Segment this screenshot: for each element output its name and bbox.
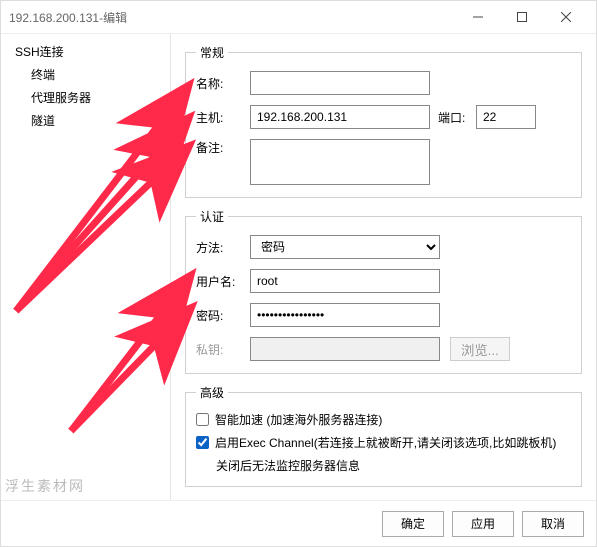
sidebar-item-ssh[interactable]: SSH连接 [1, 40, 170, 63]
close-button[interactable] [544, 2, 588, 32]
titlebar: 192.168.200.131-编辑 [1, 1, 596, 33]
minimize-button[interactable] [456, 2, 500, 32]
host-label: 主机: [196, 109, 250, 126]
exec-label: 启用Exec Channel(若连接上就被断开,请关闭该选项,比如跳板机) [215, 434, 556, 451]
cancel-button[interactable]: 取消 [522, 511, 584, 537]
main-panel: 常规 名称: 主机: 端口: 备注: 认证 [171, 34, 596, 500]
method-select[interactable]: 密码 [250, 235, 440, 259]
window-title: 192.168.200.131-编辑 [9, 9, 456, 26]
ok-button[interactable]: 确定 [382, 511, 444, 537]
name-label: 名称: [196, 75, 250, 92]
general-group: 常规 名称: 主机: 端口: 备注: [185, 44, 582, 198]
advanced-group: 高级 智能加速 (加速海外服务器连接) 启用Exec Channel(若连接上就… [185, 384, 582, 487]
sidebar-item-terminal[interactable]: 终端 [1, 63, 170, 86]
accel-label: 智能加速 (加速海外服务器连接) [215, 411, 382, 428]
user-input[interactable] [250, 269, 440, 293]
host-input[interactable] [250, 105, 430, 129]
advanced-legend: 高级 [196, 384, 228, 401]
exec-checkbox[interactable] [196, 436, 209, 449]
accel-checkbox[interactable] [196, 413, 209, 426]
sidebar: SSH连接 终端 代理服务器 隧道 [1, 34, 171, 500]
footer: 确定 应用 取消 [1, 500, 596, 546]
auth-group: 认证 方法: 密码 用户名: 密码: 私钥: [185, 208, 582, 374]
user-label: 用户名: [196, 273, 250, 290]
key-input [250, 337, 440, 361]
browse-button: 浏览... [450, 337, 510, 361]
name-input[interactable] [250, 71, 430, 95]
general-legend: 常规 [196, 44, 228, 61]
dialog-body: SSH连接 终端 代理服务器 隧道 常规 名称: 主机: 端口: 备注: [1, 33, 596, 500]
remark-textarea[interactable] [250, 139, 430, 185]
sidebar-item-tunnel[interactable]: 隧道 [1, 109, 170, 132]
port-label: 端口: [438, 109, 472, 126]
sidebar-item-proxy[interactable]: 代理服务器 [1, 86, 170, 109]
dialog-window: 192.168.200.131-编辑 SSH连接 终端 代理服务器 隧道 常规 … [0, 0, 597, 547]
port-input[interactable] [476, 105, 536, 129]
apply-button[interactable]: 应用 [452, 511, 514, 537]
window-controls [456, 2, 588, 32]
remark-label: 备注: [196, 139, 250, 156]
method-label: 方法: [196, 239, 250, 256]
auth-legend: 认证 [196, 208, 228, 225]
password-input[interactable] [250, 303, 440, 327]
exec-note: 关闭后无法监控服务器信息 [216, 457, 571, 474]
pass-label: 密码: [196, 307, 250, 324]
key-label: 私钥: [196, 341, 250, 358]
maximize-button[interactable] [500, 2, 544, 32]
